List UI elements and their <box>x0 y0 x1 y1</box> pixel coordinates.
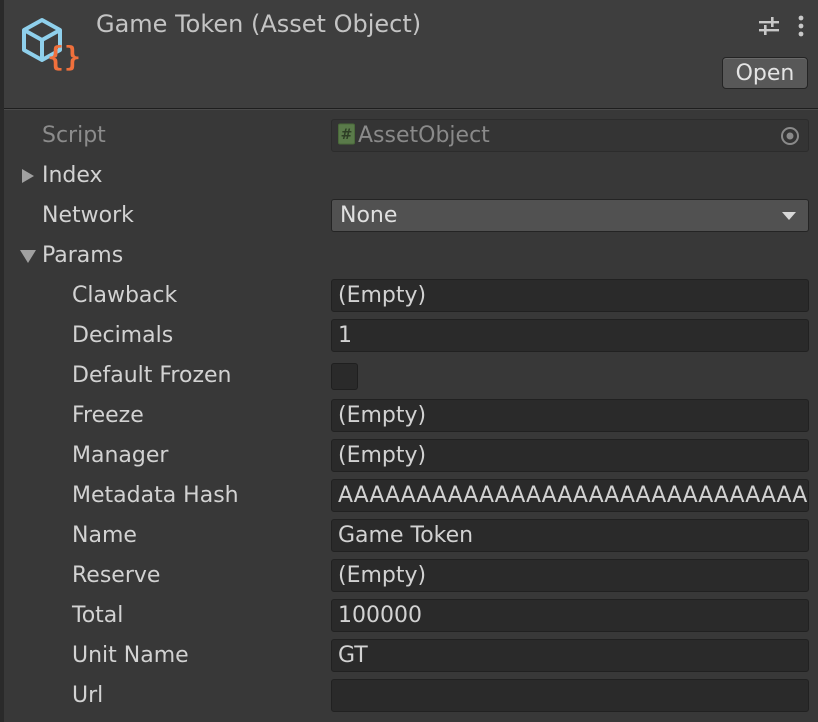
row-default-frozen: Default Frozen <box>0 356 818 394</box>
row-metadata-hash: Metadata Hash AAAAAAAAAAAAAAAAAAAAAAAAAA… <box>0 476 818 514</box>
csharp-script-icon: # <box>338 123 355 145</box>
row-freeze: Freeze (Empty) <box>0 396 818 434</box>
svg-text:{}: {} <box>47 40 81 73</box>
clawback-label: Clawback <box>72 283 178 308</box>
network-value: None <box>340 203 398 228</box>
row-manager: Manager (Empty) <box>0 436 818 474</box>
row-decimals: Decimals 1 <box>0 316 818 354</box>
total-field[interactable]: 100000 <box>331 599 809 632</box>
row-url: Url <box>0 676 818 714</box>
row-name: Name Game Token <box>0 516 818 554</box>
sliders-icon[interactable] <box>757 14 781 38</box>
manager-label: Manager <box>72 443 169 468</box>
script-label: Script <box>42 123 106 148</box>
inspector-header: {} Game Token (Asset Object) Open <box>0 0 818 109</box>
clawback-field[interactable]: (Empty) <box>331 279 809 312</box>
foldout-collapsed-icon[interactable] <box>20 168 36 184</box>
default-frozen-checkbox[interactable] <box>331 363 358 390</box>
decimals-field[interactable]: 1 <box>331 319 809 352</box>
params-label[interactable]: Params <box>42 243 123 268</box>
reserve-label: Reserve <box>72 563 161 588</box>
manager-field[interactable]: (Empty) <box>331 439 809 472</box>
row-clawback: Clawback (Empty) <box>0 276 818 314</box>
row-unit-name: Unit Name GT <box>0 636 818 674</box>
script-value: AssetObject <box>358 123 490 148</box>
object-picker-icon[interactable] <box>780 126 800 146</box>
reserve-field[interactable]: (Empty) <box>331 559 809 592</box>
url-label: Url <box>72 683 104 708</box>
row-index[interactable]: Index <box>0 156 818 194</box>
index-label[interactable]: Index <box>42 163 103 188</box>
freeze-field[interactable]: (Empty) <box>331 399 809 432</box>
foldout-expanded-icon[interactable] <box>20 248 36 264</box>
metadata-hash-field[interactable]: AAAAAAAAAAAAAAAAAAAAAAAAAAAAAAAAAAAAAAAA… <box>331 479 809 512</box>
unit-name-field[interactable]: GT <box>331 639 809 672</box>
name-field[interactable]: Game Token <box>331 519 809 552</box>
freeze-label: Freeze <box>72 403 144 428</box>
inspector-title: Game Token (Asset Object) <box>96 10 422 38</box>
open-button[interactable]: Open <box>722 57 808 89</box>
total-label: Total <box>72 603 124 628</box>
network-dropdown[interactable]: None <box>331 199 809 232</box>
asset-object-icon: {} <box>22 18 81 73</box>
network-label: Network <box>42 203 134 228</box>
row-reserve: Reserve (Empty) <box>0 556 818 594</box>
metadata-hash-label: Metadata Hash <box>72 483 239 508</box>
decimals-label: Decimals <box>72 323 174 348</box>
row-params[interactable]: Params <box>0 236 818 274</box>
row-total: Total 100000 <box>0 596 818 634</box>
script-field[interactable]: # AssetObject <box>331 119 809 152</box>
chevron-down-icon <box>782 212 796 220</box>
url-field[interactable] <box>331 679 809 712</box>
default-frozen-label: Default Frozen <box>72 363 232 388</box>
svg-text:#: # <box>341 127 353 143</box>
more-vertical-icon[interactable] <box>793 14 809 38</box>
header-divider <box>0 109 818 110</box>
unit-name-label: Unit Name <box>72 643 189 668</box>
row-script: Script # AssetObject <box>0 116 818 154</box>
row-network: Network None <box>0 196 818 234</box>
name-label: Name <box>72 523 137 548</box>
